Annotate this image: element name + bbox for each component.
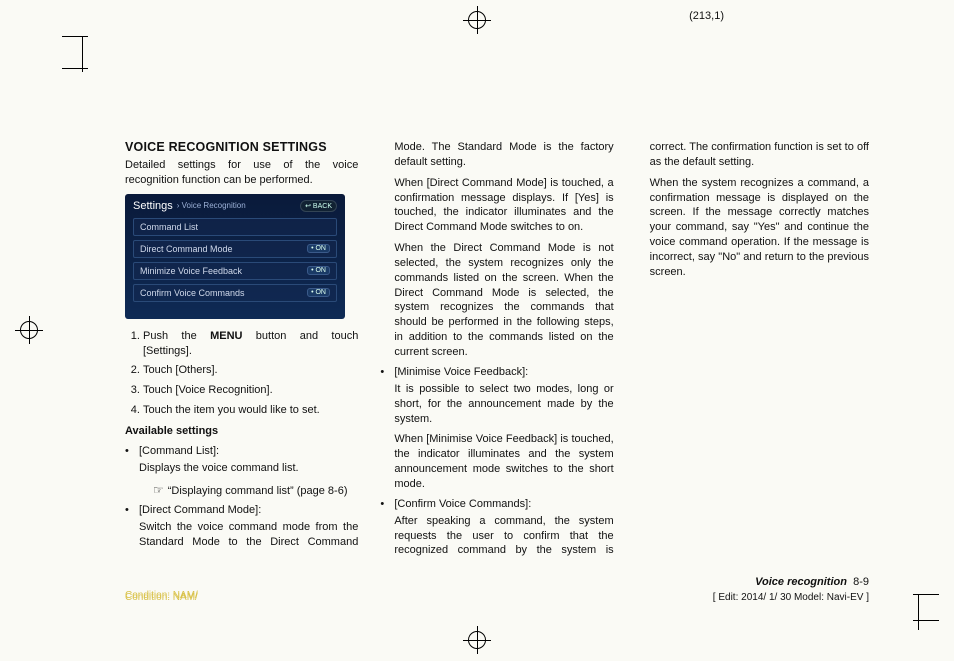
section-name: Voice recognition [755, 576, 847, 588]
panel-row-label: Command List [140, 222, 198, 232]
page-coordinate: (213,1) [689, 10, 724, 22]
panel-toggle: • ON [307, 288, 330, 297]
step-3: Touch [Voice Recognition]. [143, 383, 358, 398]
panel-row-minimize-feedback: Minimize Voice Feedback • ON [133, 262, 337, 280]
step-list: Push the MENU button and touch [Settings… [125, 329, 358, 418]
settings-bullets: [Direct Command Mode]: [125, 504, 358, 516]
bullet-desc: It is possible to select two modes, long… [380, 382, 613, 427]
cross-ref: ☞ “Displaying command list” (page 8-6) [125, 482, 358, 499]
bullet-para: When [Minimise Voice Feedback] is touche… [380, 432, 613, 491]
bullet-command-list: [Command List]: [125, 445, 358, 457]
panel-row-label: Confirm Voice Commands [140, 288, 245, 298]
step-2: Touch [Others]. [143, 363, 358, 378]
bullet-minimise-feedback: [Minimise Voice Feedback]: [380, 366, 613, 378]
settings-bullets: [Confirm Voice Commands]: [380, 498, 613, 510]
bullet-desc: Displays the voice command list. [125, 461, 358, 476]
bullet-para: When the Direct Command Mode is not sele… [380, 241, 613, 360]
section-footer: Voice recognition 8-9 [755, 576, 869, 588]
section-heading: VOICE RECOGNITION SETTINGS [125, 140, 358, 154]
panel-row-direct-command: Direct Command Mode • ON [133, 240, 337, 258]
bullet-label: [Confirm Voice Commands]: [394, 498, 531, 510]
available-settings-heading: Available settings [125, 424, 358, 439]
bullet-para: When [Direct Command Mode] is touched, a… [380, 176, 613, 235]
step-text: Push the [143, 330, 210, 342]
panel-row-command-list: Command List [133, 218, 337, 236]
step-1: Push the MENU button and touch [Settings… [143, 329, 358, 359]
settings-screenshot: Settings Voice Recognition ↩ BACK Comman… [125, 194, 345, 319]
xref-text: “Displaying command list” (page 8-6) [168, 485, 348, 497]
intro-text: Detailed settings for use of the voice r… [125, 158, 358, 188]
settings-bullets: [Command List]: [125, 445, 358, 457]
menu-bold: MENU [210, 330, 242, 342]
panel-toggle: • ON [307, 244, 330, 253]
pointer-icon: ☞ [153, 483, 164, 497]
bullet-label: [Command List]: [139, 445, 219, 457]
edit-stamp: [ Edit: 2014/ 1/ 30 Model: Navi-EV ] [713, 592, 869, 603]
panel-back-button: ↩ BACK [300, 200, 337, 212]
bullet-direct-command: [Direct Command Mode]: [125, 504, 358, 516]
panel-breadcrumb: Voice Recognition [177, 201, 246, 210]
bullet-label: [Direct Command Mode]: [139, 504, 261, 516]
step-4: Touch the item you would like to set. [143, 403, 358, 418]
page-body: VOICE RECOGNITION SETTINGS Detailed sett… [125, 140, 869, 571]
panel-row-label: Minimize Voice Feedback [140, 266, 242, 276]
bullet-para: When the system recognizes a command, a … [636, 176, 869, 280]
panel-toggle: • ON [307, 266, 330, 275]
section-page: 8-9 [853, 576, 869, 588]
panel-title: Settings [133, 200, 173, 212]
condition-stamp: Condition: NAM/ [125, 592, 198, 603]
panel-row-label: Direct Command Mode [140, 244, 233, 254]
panel-row-confirm-commands: Confirm Voice Commands • ON [133, 284, 337, 302]
bullet-label: [Minimise Voice Feedback]: [394, 366, 528, 378]
settings-bullets: [Minimise Voice Feedback]: [380, 366, 613, 378]
bullet-confirm-commands: [Confirm Voice Commands]: [380, 498, 613, 510]
